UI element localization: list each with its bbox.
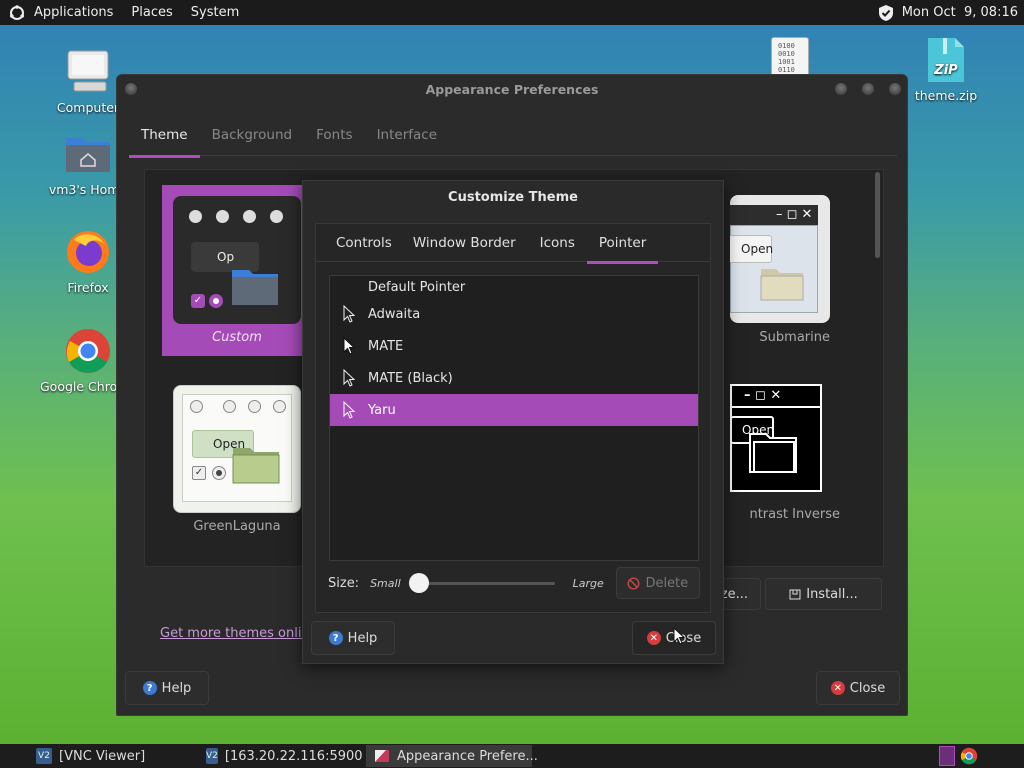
pointer-item-mate-black[interactable]: MATE (Black) xyxy=(330,362,698,394)
dialog-tab-bar: Controls Window Border Icons Pointer xyxy=(316,224,710,264)
theme-greenlaguna-thumbnail: Open ✓ xyxy=(173,385,301,513)
main-tab-bar: Theme Background Fonts Interface xyxy=(129,118,897,158)
delete-button[interactable]: Delete xyxy=(615,567,700,599)
dialog-tab-panel: Controls Window Border Icons Pointer Def… xyxy=(315,223,711,613)
chrome-icon xyxy=(64,327,112,375)
pointer-size-row: Size: Small Large Delete xyxy=(328,567,708,599)
theme-custom-thumbnail: Op ✓ xyxy=(173,196,301,324)
theme-greenlaguna-label: GreenLaguna xyxy=(193,519,281,534)
help-button[interactable]: ? Help xyxy=(125,671,209,705)
help-icon: ? xyxy=(142,681,157,695)
theme-submarine-thumbnail: – ◻ ✕ Open xyxy=(730,195,830,323)
dialog-title: Customize Theme xyxy=(448,190,578,205)
radio-preview xyxy=(212,466,226,480)
customize-theme-dialog: Customize Theme Controls Window Border I… xyxy=(302,180,724,664)
size-label: Size: xyxy=(328,575,360,591)
taskbar: V2 [VNC Viewer] V2 [163.20.22.116:5900 .… xyxy=(0,744,1024,768)
slider-handle[interactable] xyxy=(408,573,429,593)
binary-file-icon[interactable]: 0100 0010 1001 0110 xyxy=(771,37,809,77)
tab-interface[interactable]: Interface xyxy=(365,118,449,155)
menu-system[interactable]: System xyxy=(182,0,248,25)
svg-text:ZiP: ZiP xyxy=(933,63,958,78)
arrow-pointer-outline-icon xyxy=(330,369,368,387)
shield-icon[interactable] xyxy=(878,4,894,22)
theme-list-scrollbar[interactable] xyxy=(874,172,882,564)
radio-preview xyxy=(209,294,223,308)
tab-icons[interactable]: Icons xyxy=(528,224,587,261)
task-vnc-viewer[interactable]: V2 [VNC Viewer] xyxy=(28,745,198,767)
theme-custom[interactable]: Op ✓ Custom xyxy=(162,185,304,356)
tab-theme[interactable]: Theme xyxy=(129,118,200,158)
pointer-item-yaru[interactable]: Yaru xyxy=(330,394,698,426)
task-appearance-preferences[interactable]: Appearance Prefere... xyxy=(366,745,538,767)
close-window-button[interactable] xyxy=(889,83,901,95)
ubuntu-logo-icon[interactable] xyxy=(9,4,25,21)
tab-pointer[interactable]: Pointer xyxy=(586,224,659,264)
desktop-icon-theme-zip[interactable]: ZiP theme.zip xyxy=(898,36,994,103)
minimize-button[interactable] xyxy=(835,83,847,95)
vnc-icon: V2 xyxy=(36,748,52,764)
checkbox-preview: ✓ xyxy=(192,466,206,480)
clock[interactable]: Mon Oct 9, 08:16 xyxy=(902,5,1018,20)
pointer-item-adwaita[interactable]: Adwaita xyxy=(330,298,698,330)
tab-window-border[interactable]: Window Border xyxy=(401,224,528,261)
firefox-icon xyxy=(64,228,112,276)
arrow-pointer-white-icon xyxy=(330,337,368,355)
prohibited-icon xyxy=(627,576,640,590)
zip-archive-icon: ZiP xyxy=(925,36,967,84)
folder-icon xyxy=(231,266,279,306)
tab-background[interactable]: Background xyxy=(200,118,305,155)
arrow-pointer-outline-icon xyxy=(330,401,368,419)
menu-applications[interactable]: Applications xyxy=(25,0,122,25)
dialog-help-button[interactable]: ? Help xyxy=(311,621,395,655)
help-icon: ? xyxy=(328,631,343,645)
theme-contrast-inverse-thumbnail: – ◻ ✕ Open xyxy=(730,384,822,492)
theme-contrast-inverse[interactable]: – ◻ ✕ Open ntrast Inverse xyxy=(720,374,870,545)
size-large-label: Large xyxy=(572,576,604,590)
close-button[interactable]: ✕ Close xyxy=(816,671,900,705)
appearance-icon xyxy=(374,748,390,764)
folder-icon xyxy=(760,265,804,305)
top-panel: Applications Places System Mon Oct 9, 08… xyxy=(0,0,1024,25)
checkbox-preview: ✓ xyxy=(191,294,205,308)
theme-submarine-label: Submarine xyxy=(759,330,830,345)
theme-greenlaguna[interactable]: Open ✓ GreenLaguna xyxy=(162,374,304,545)
menu-places[interactable]: Places xyxy=(122,0,181,25)
mouse-cursor-icon xyxy=(673,626,686,649)
folder-icon xyxy=(748,430,798,478)
close-icon: ✕ xyxy=(830,681,845,695)
install-button[interactable]: Install... xyxy=(765,578,882,610)
pointer-size-slider[interactable] xyxy=(408,573,555,593)
close-icon: ✕ xyxy=(646,631,661,645)
maximize-button[interactable] xyxy=(862,83,874,95)
pointer-list: Default Pointer Adwaita MATE MATE (Black… xyxy=(329,275,699,561)
workspace-switcher[interactable] xyxy=(939,746,955,766)
chrome-tray-icon[interactable] xyxy=(960,747,978,765)
arrow-pointer-outline-icon xyxy=(330,305,368,323)
install-icon xyxy=(789,588,801,600)
size-small-label: Small xyxy=(370,576,401,590)
home-folder-icon xyxy=(64,130,112,178)
theme-custom-label: Custom xyxy=(212,330,262,345)
get-more-themes-link[interactable]: Get more themes online xyxy=(160,626,304,641)
pointer-item-mate[interactable]: MATE xyxy=(330,330,698,362)
folder-icon xyxy=(232,444,280,488)
window-title: Appearance Preferences xyxy=(425,82,599,97)
theme-submarine[interactable]: – ◻ ✕ Open Submarine xyxy=(720,185,870,356)
computer-icon xyxy=(64,48,112,96)
tab-controls[interactable]: Controls xyxy=(316,224,401,261)
tab-fonts[interactable]: Fonts xyxy=(304,118,364,155)
vnc-icon: V2 xyxy=(206,748,218,764)
task-vnc-connection[interactable]: V2 [163.20.22.116:5900 ... xyxy=(198,745,379,767)
theme-contrast-inverse-label: ntrast Inverse xyxy=(749,507,840,522)
